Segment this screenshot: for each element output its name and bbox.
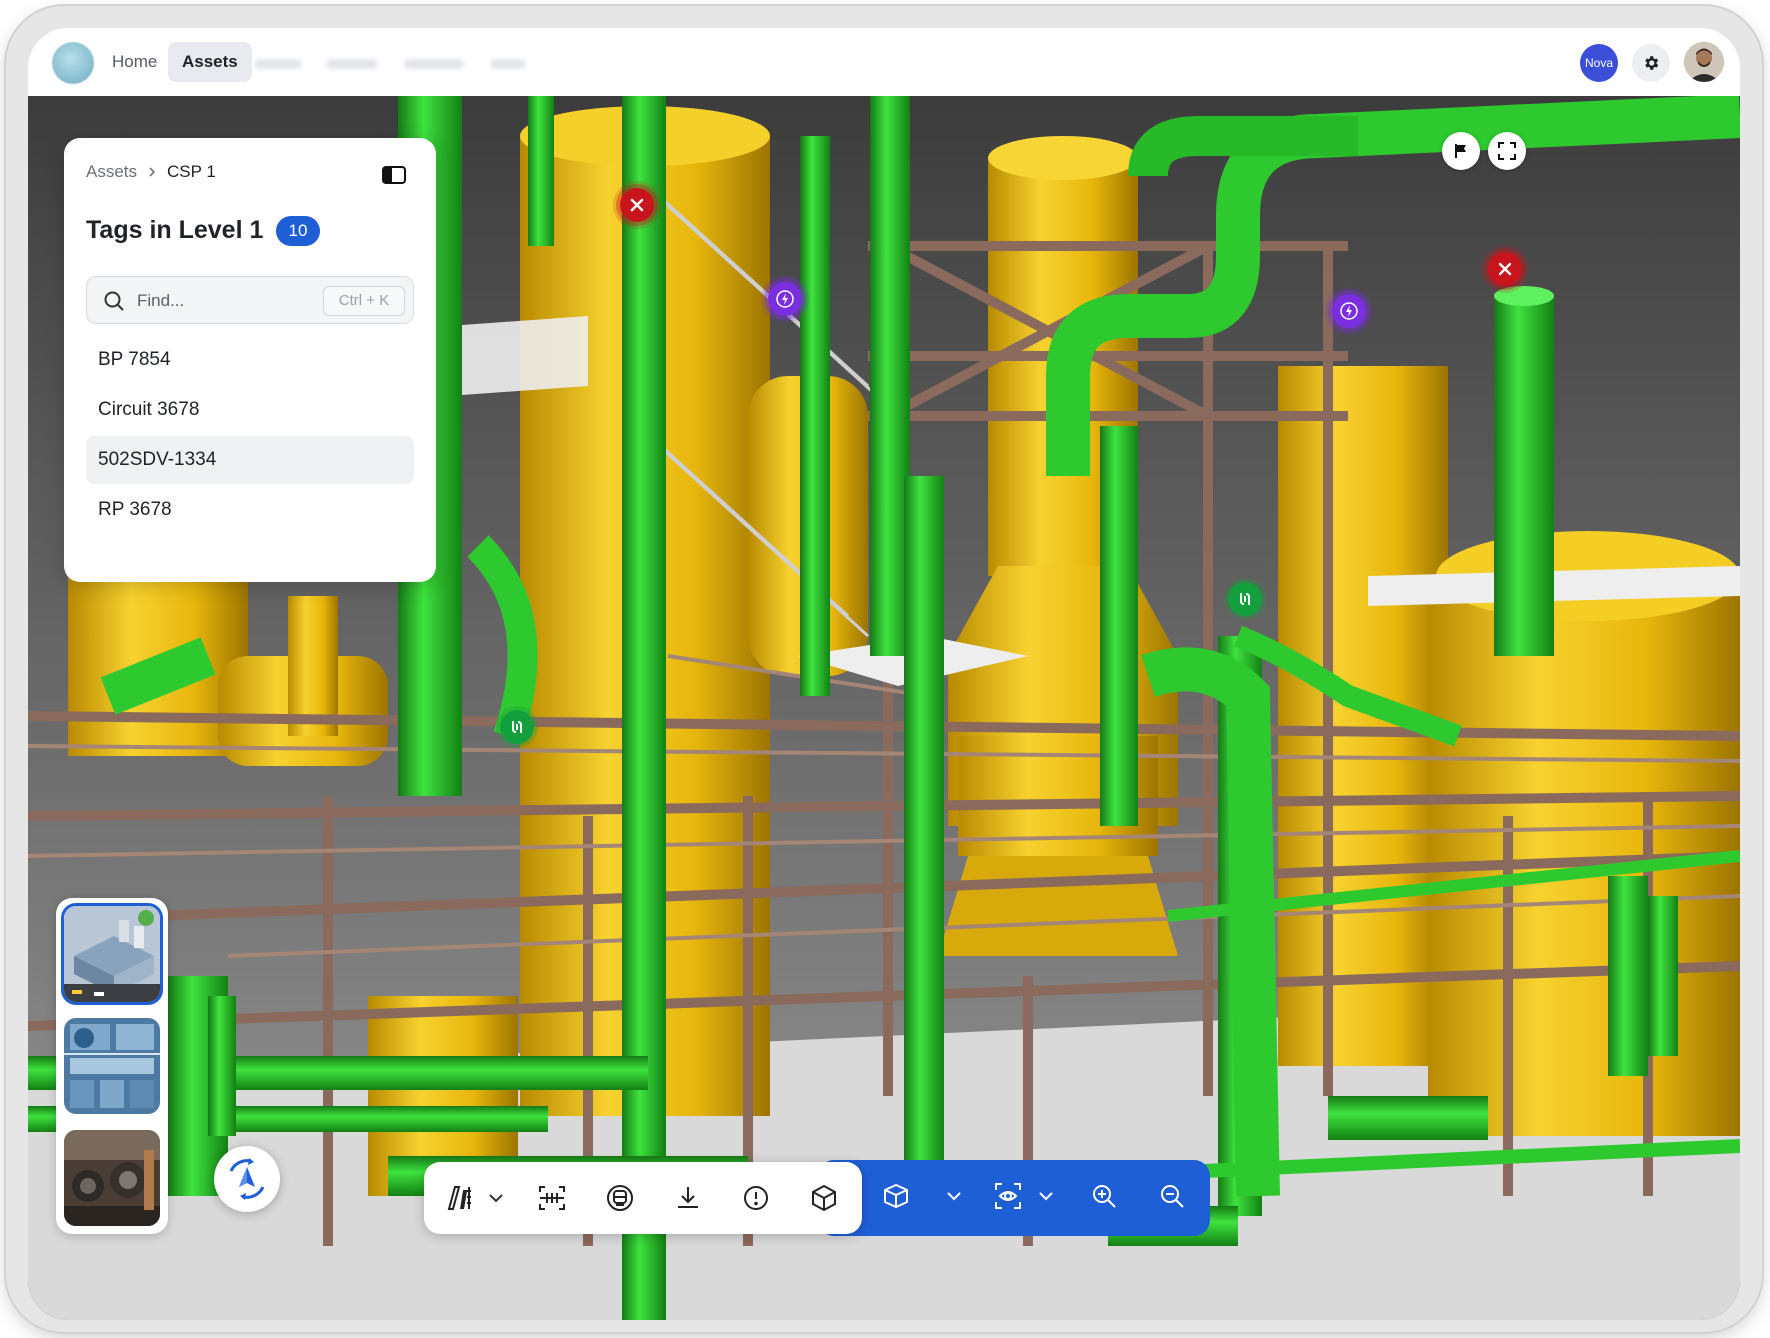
sidebar-toggle-icon[interactable] — [382, 166, 406, 184]
section-button[interactable] — [532, 1178, 572, 1218]
view-thumbnails — [56, 898, 168, 1234]
tag-list-item[interactable]: RP 3678 — [86, 486, 414, 534]
panel-title: Tags in Level 1 — [86, 216, 264, 244]
nav-item-blurred[interactable] — [326, 59, 378, 69]
flag-icon — [1455, 144, 1466, 158]
app-screen: Home Assets Nova Assets CSP 1 Tags in Le… — [28, 28, 1740, 1320]
cube-button[interactable] — [804, 1178, 844, 1218]
thumbnail-floor-plan[interactable] — [64, 1018, 160, 1114]
keyboard-shortcut-hint: Ctrl + K — [323, 286, 405, 316]
download-button[interactable] — [668, 1178, 708, 1218]
nav-item-blurred[interactable] — [404, 59, 464, 69]
zoom-out-icon — [1161, 1185, 1184, 1208]
chevron-down-icon[interactable] — [944, 1186, 964, 1206]
tools-toolbar — [424, 1162, 862, 1234]
zoom-in-button[interactable] — [1084, 1176, 1124, 1216]
nav-item-blurred[interactable] — [254, 59, 302, 69]
flag-button[interactable] — [1442, 132, 1480, 170]
tag-list-item[interactable]: Circuit 3678 — [86, 386, 414, 434]
marker-electrical[interactable] — [768, 282, 802, 316]
box-view-button[interactable] — [876, 1176, 916, 1216]
view-toolbar — [818, 1160, 1210, 1236]
marker-valve[interactable] — [500, 710, 534, 744]
settings-button[interactable] — [1632, 44, 1670, 82]
fullscreen-icon — [1498, 142, 1516, 160]
search-icon — [104, 291, 124, 311]
search-field: Ctrl + K — [86, 276, 414, 324]
breadcrumb: Assets CSP 1 — [86, 162, 216, 182]
section-icon — [539, 1186, 565, 1210]
tags-panel: Assets CSP 1 Tags in Level 1 10 Ctrl + K… — [64, 138, 436, 582]
orbit-navigation-button[interactable] — [214, 1146, 280, 1212]
tag-count-badge: 10 — [276, 216, 320, 246]
app-logo[interactable] — [52, 42, 94, 84]
zoom-in-icon — [1093, 1185, 1116, 1208]
thumbnail-machinery-photo[interactable] — [64, 1130, 160, 1226]
thumbnail-site-overview[interactable] — [64, 906, 160, 1002]
lightning-icon — [776, 290, 794, 308]
lightning-icon — [1340, 302, 1358, 320]
marker-electrical[interactable] — [1332, 294, 1366, 328]
marker-maintenance[interactable] — [620, 188, 654, 222]
device-frame: Home Assets Nova Assets CSP 1 Tags in Le… — [6, 6, 1762, 1332]
tag-list-item[interactable]: 502SDV-1334 — [86, 436, 414, 484]
valve-icon — [512, 721, 522, 733]
box-view-icon — [884, 1183, 908, 1209]
download-icon — [678, 1187, 698, 1208]
nova-badge[interactable]: Nova — [1580, 44, 1618, 82]
user-avatar[interactable] — [1684, 42, 1724, 82]
fullscreen-button[interactable] — [1488, 132, 1526, 170]
layers-icon — [607, 1185, 633, 1211]
tools-icon — [1498, 262, 1512, 276]
measure-icon — [447, 1186, 471, 1210]
layers-button[interactable] — [600, 1178, 640, 1218]
nav-assets[interactable]: Assets — [168, 42, 252, 82]
info-button[interactable] — [736, 1178, 776, 1218]
breadcrumb-current: CSP 1 — [167, 162, 216, 181]
chevron-down-icon[interactable] — [1036, 1186, 1056, 1206]
chevron-down-icon[interactable] — [486, 1188, 506, 1208]
breadcrumb-assets[interactable]: Assets — [86, 162, 137, 182]
valve-icon — [1240, 593, 1250, 605]
gear-icon — [1645, 56, 1659, 70]
search-input[interactable] — [135, 285, 319, 317]
zoom-out-button[interactable] — [1152, 1176, 1192, 1216]
cube-icon — [812, 1184, 836, 1212]
nav-home[interactable]: Home — [98, 42, 171, 82]
marker-maintenance[interactable] — [1488, 252, 1522, 286]
nav-item-blurred[interactable] — [490, 59, 526, 69]
tag-list-item[interactable]: BP 7854 — [86, 336, 414, 384]
top-navigation: Home Assets Nova — [28, 28, 1740, 96]
visibility-icon — [995, 1183, 1021, 1209]
info-icon — [744, 1186, 768, 1210]
measure-button[interactable] — [440, 1178, 480, 1218]
tools-icon — [630, 198, 644, 212]
marker-valve[interactable] — [1228, 582, 1262, 616]
orbit-compass-icon — [229, 1158, 265, 1200]
chevron-right-icon — [149, 167, 156, 177]
visibility-button[interactable] — [988, 1176, 1028, 1216]
